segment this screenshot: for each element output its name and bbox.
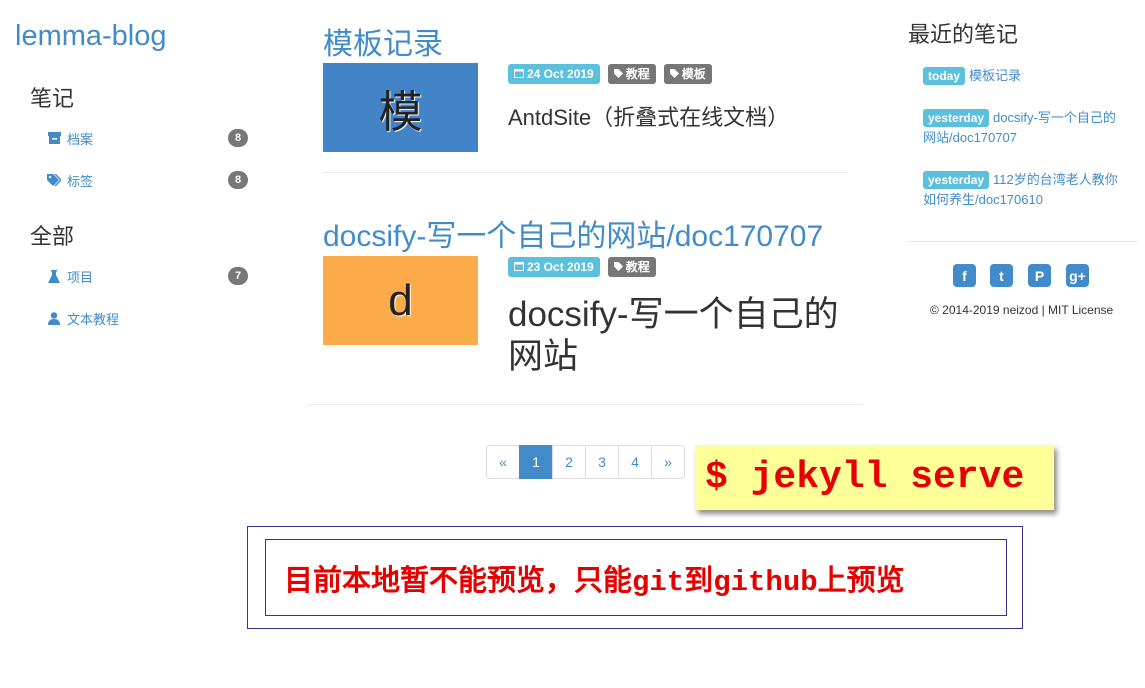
tag-label: 教程 bbox=[625, 260, 650, 274]
recent-notes-heading: 最近的笔记 bbox=[908, 22, 1019, 47]
excerpt-line: docsify-写一个自己的 bbox=[508, 295, 839, 334]
post-thumbnail[interactable]: 模 bbox=[323, 63, 478, 152]
recent-note-item[interactable]: today 模板记录 bbox=[923, 66, 1123, 86]
tag-label: 教程 bbox=[625, 67, 650, 81]
date-text: 23 Oct 2019 bbox=[527, 260, 594, 274]
pagination-page[interactable]: 2 bbox=[552, 445, 586, 479]
note-frame-inner: 目前本地暂不能预览，只能git到github上预览 bbox=[265, 539, 1007, 616]
user-icon bbox=[47, 311, 61, 325]
twitter-icon[interactable]: t bbox=[990, 264, 1013, 287]
sidebar-item-label: 文本教程 bbox=[67, 311, 120, 327]
tag-badge[interactable]: 教程 bbox=[607, 64, 656, 84]
pagination-next[interactable]: » bbox=[651, 445, 685, 479]
date-badge: 23 Oct 2019 bbox=[508, 257, 600, 277]
recent-note-item[interactable]: yesterday 112岁的台湾老人教你如何养生/doc170610 bbox=[923, 170, 1123, 210]
copyright-text: © 2014-2019 neizod | MIT License bbox=[930, 303, 1114, 317]
pagination-page[interactable]: 3 bbox=[585, 445, 619, 479]
sidebar-item-label: 档案 bbox=[67, 131, 94, 147]
thumbnail-letter: 模 bbox=[378, 87, 423, 137]
note-text: 目前本地暂不能预览，只能git到github上预览 bbox=[284, 565, 905, 599]
recent-note-item[interactable]: yesterday docsify-写一个自己的网站/doc170707 bbox=[923, 108, 1123, 148]
sidebar-item-label: 项目 bbox=[67, 269, 94, 285]
pinterest-icon[interactable]: P bbox=[1028, 264, 1051, 287]
sidebar-item-label: 标签 bbox=[67, 173, 94, 189]
date-badge: 24 Oct 2019 bbox=[508, 64, 600, 84]
tag-icon bbox=[613, 257, 623, 277]
sidebar-divider bbox=[908, 241, 1138, 242]
command-annotation: $ jekyll serve bbox=[695, 445, 1054, 510]
post-divider bbox=[308, 404, 863, 405]
pagination-page[interactable]: 1 bbox=[519, 445, 553, 479]
google-plus-icon[interactable]: g+ bbox=[1066, 264, 1089, 287]
tag-badge[interactable]: 模板 bbox=[663, 64, 712, 84]
calendar-icon bbox=[514, 64, 524, 84]
pagination-page[interactable]: 4 bbox=[618, 445, 652, 479]
date-text: 24 Oct 2019 bbox=[527, 67, 594, 81]
site-title[interactable]: lemma-blog bbox=[15, 20, 167, 53]
recency-badge: yesterday bbox=[923, 109, 990, 127]
post-tags: 23 Oct 2019 教程 bbox=[508, 257, 656, 277]
pagination: « 1 2 3 4 » bbox=[486, 445, 685, 479]
count-badge: 8 bbox=[228, 171, 248, 189]
post-title[interactable]: 模板记录 bbox=[323, 19, 443, 63]
recency-badge: yesterday bbox=[923, 171, 990, 189]
section-heading-notes: 笔记 bbox=[30, 86, 75, 111]
post-tags: 24 Oct 2019 教程 模板 bbox=[508, 64, 712, 84]
recency-badge: today bbox=[923, 67, 966, 85]
sidebar-item-archive[interactable]: 档案 8 bbox=[47, 127, 248, 149]
post-title[interactable]: docsify-写一个自己的网站/doc170707 bbox=[323, 211, 823, 255]
section-heading-all: 全部 bbox=[30, 224, 75, 249]
count-badge: 8 bbox=[228, 129, 248, 147]
tags-icon bbox=[47, 173, 61, 187]
post-excerpt: AntdSite（折叠式在线文档） bbox=[508, 105, 790, 130]
count-badge: 7 bbox=[228, 267, 248, 285]
flask-icon bbox=[47, 269, 61, 283]
sidebar-item-projects[interactable]: 项目 7 bbox=[47, 265, 248, 287]
tag-label: 模板 bbox=[681, 67, 706, 81]
pagination-prev[interactable]: « bbox=[486, 445, 520, 479]
thumbnail-letter: d bbox=[388, 275, 413, 325]
post-divider bbox=[323, 172, 848, 173]
archive-icon bbox=[47, 131, 61, 145]
sidebar-item-text-tutorials[interactable]: 文本教程 bbox=[47, 307, 248, 329]
post-excerpt: docsify-写一个自己的 网站 bbox=[508, 294, 839, 378]
tag-icon bbox=[669, 64, 679, 84]
calendar-icon bbox=[514, 257, 524, 277]
recent-note-title: 模板记录 bbox=[969, 68, 1022, 83]
post-thumbnail[interactable]: d bbox=[323, 256, 478, 345]
tag-badge[interactable]: 教程 bbox=[607, 257, 656, 277]
tag-icon bbox=[613, 64, 623, 84]
sidebar-item-tags[interactable]: 标签 8 bbox=[47, 169, 248, 191]
excerpt-line: 网站 bbox=[508, 337, 579, 376]
facebook-icon[interactable]: f bbox=[953, 264, 976, 287]
